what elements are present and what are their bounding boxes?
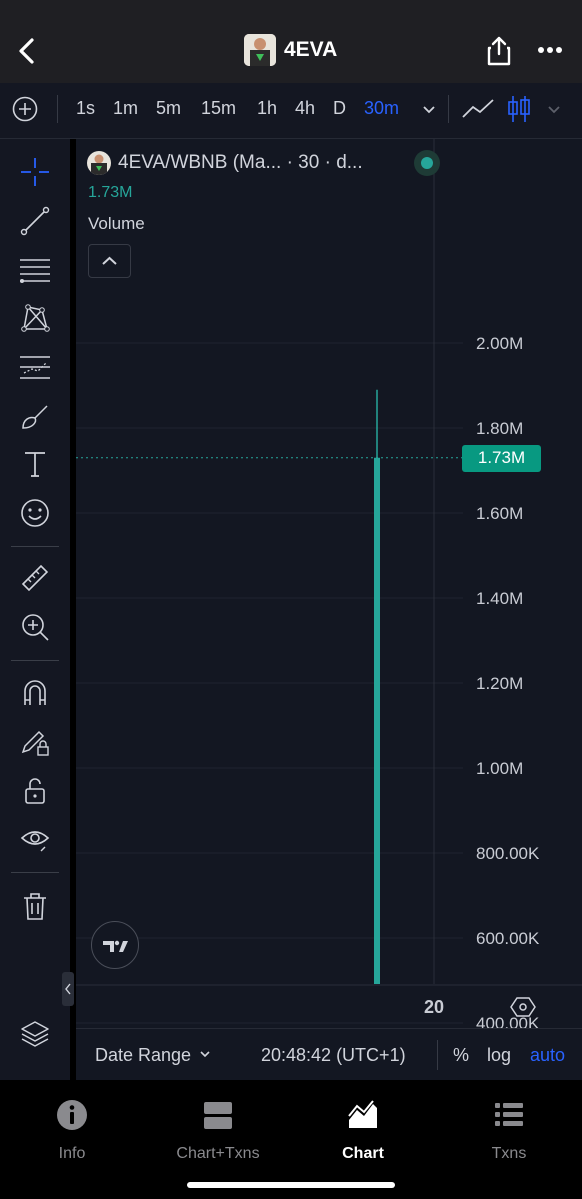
tab-chart-txns-label: Chart+Txns bbox=[176, 1145, 260, 1162]
current-value-text: 1.73M bbox=[477, 447, 526, 467]
x-axis-tick-label: 20 bbox=[424, 997, 444, 1017]
y-axis-tick-label: 2.00M bbox=[476, 334, 523, 353]
list-icon bbox=[495, 1103, 523, 1126]
current-value-tag: 1.73M bbox=[462, 444, 541, 472]
log-scale-toggle[interactable]: log bbox=[487, 1045, 511, 1066]
tab-info-label: Info bbox=[58, 1145, 86, 1162]
symbol-avatar bbox=[87, 151, 111, 175]
tradingview-logo[interactable] bbox=[91, 921, 139, 969]
chevron-up-icon bbox=[102, 256, 117, 265]
tab-txns-label: Txns bbox=[491, 1145, 527, 1162]
info-icon bbox=[57, 1100, 87, 1130]
timezone-clock[interactable]: 20:48:42 (UTC+1) bbox=[261, 1045, 406, 1066]
tab-info[interactable]: Info bbox=[17, 1098, 127, 1163]
tab-chart-label: Chart bbox=[342, 1145, 384, 1162]
chevron-down-icon bbox=[200, 1051, 210, 1058]
volume-bar bbox=[374, 457, 380, 984]
market-status-indicator[interactable] bbox=[414, 150, 440, 176]
auto-scale-toggle[interactable]: auto bbox=[530, 1045, 565, 1066]
y-axis-tick-label: 1.00M bbox=[476, 759, 523, 778]
chart-txns-icon bbox=[204, 1102, 232, 1129]
home-indicator bbox=[187, 1182, 395, 1188]
y-axis-tick-label: 1.60M bbox=[476, 504, 523, 523]
tab-chart-txns[interactable]: Chart+Txns bbox=[163, 1098, 273, 1163]
tab-chart[interactable]: Chart bbox=[308, 1098, 418, 1163]
tab-txns[interactable]: Txns bbox=[454, 1098, 564, 1163]
last-value-label: 1.73M bbox=[88, 184, 133, 201]
collapse-legend-button[interactable] bbox=[88, 244, 131, 278]
axis-settings-button[interactable] bbox=[510, 995, 536, 1019]
y-axis-tick-label: 1.40M bbox=[476, 589, 523, 608]
y-axis-tick-label: 1.80M bbox=[476, 419, 523, 438]
indicator-legend-volume[interactable]: Volume bbox=[88, 214, 145, 234]
date-range-button[interactable]: Date Range bbox=[95, 1045, 212, 1066]
percent-scale-toggle[interactable]: % bbox=[453, 1045, 469, 1066]
chart-canvas: 200.00K400.00K600.00K800.00K1.00M1.20M1.… bbox=[76, 139, 582, 1118]
date-range-label: Date Range bbox=[95, 1045, 192, 1065]
chart-icon bbox=[348, 1100, 377, 1128]
hexagon-gear-icon bbox=[510, 997, 536, 1017]
symbol-title[interactable]: 4EVA/WBNB (Ma... · 30 · d... bbox=[118, 152, 363, 174]
y-axis-tick-label: 1.20M bbox=[476, 674, 523, 693]
y-axis-tick-label: 600.00K bbox=[476, 929, 540, 948]
divider bbox=[437, 1040, 438, 1070]
y-axis-tick-label: 800.00K bbox=[476, 844, 540, 863]
tradingview-logo-icon bbox=[103, 940, 128, 952]
